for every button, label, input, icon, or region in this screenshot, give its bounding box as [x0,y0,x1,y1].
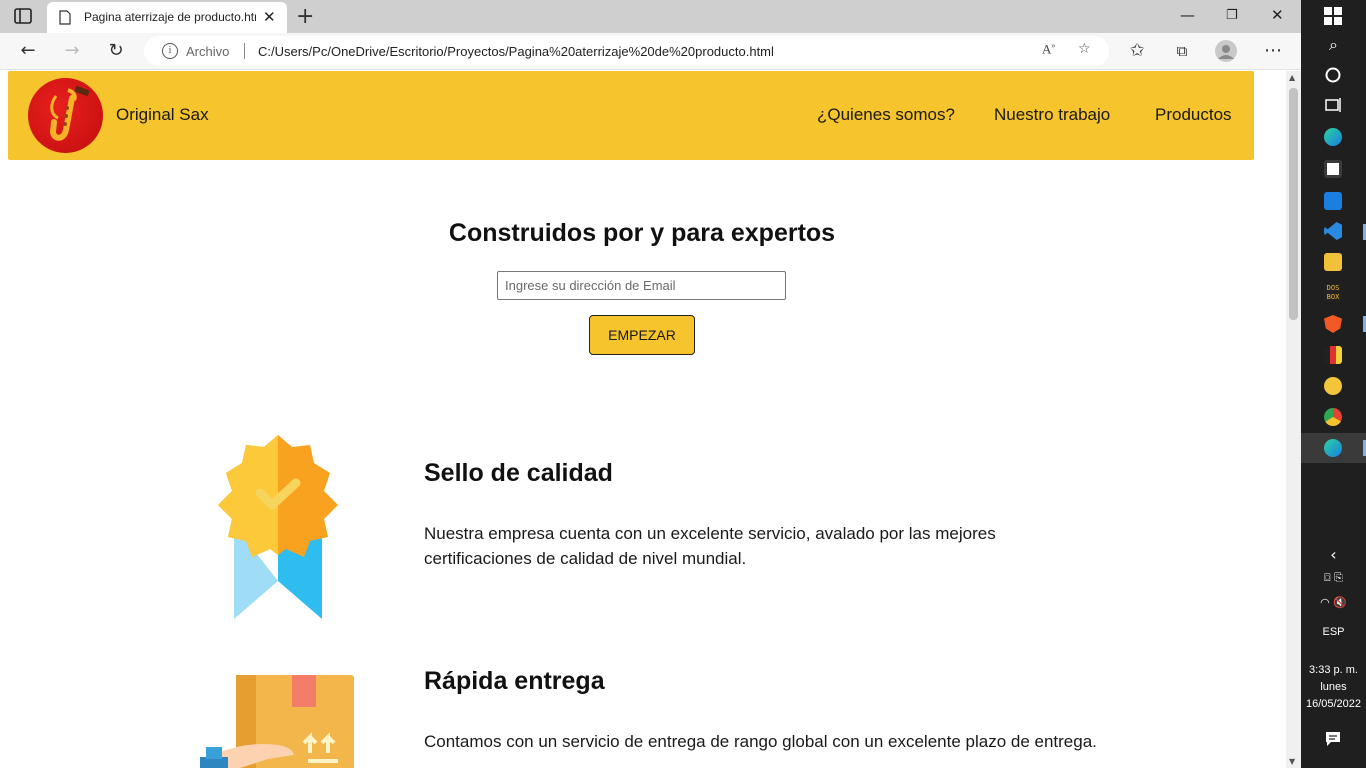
brand-logo[interactable] [28,78,103,153]
restore-icon[interactable]: ❐ [1226,8,1238,23]
search-icon[interactable]: ⌕ [1301,35,1366,55]
address-url[interactable]: C:/Users/Pc/OneDrive/Escritorio/Proyecto… [258,44,774,59]
more-options-icon[interactable]: ⋯ [1262,40,1284,62]
clock-day[interactable]: lunes [1301,679,1366,695]
email-input[interactable] [497,271,786,300]
scroll-up-icon[interactable]: ▲ [1289,73,1295,82]
show-hidden-icons-icon[interactable]: ‹ [1301,545,1366,564]
clock-date[interactable]: 16/05/2022 [1301,696,1366,712]
tab-bar: Pagina aterrizaje de producto.htm ✕ + — … [0,0,1301,33]
scroll-down-icon[interactable]: ▼ [1289,757,1295,766]
profile-avatar-icon[interactable] [1215,40,1237,62]
mail-icon[interactable] [1324,192,1342,210]
scroll-thumb[interactable] [1289,88,1298,320]
tab-actions-icon[interactable] [14,8,32,24]
read-aloud-icon[interactable]: A» [1042,41,1055,57]
favorite-add-icon[interactable]: ☆ [1078,41,1091,57]
info-icon[interactable]: i [162,43,178,59]
browser-window: Pagina aterrizaje de producto.htm ✕ + — … [0,0,1301,768]
chrome-icon[interactable] [1324,408,1342,426]
active-tab[interactable]: Pagina aterrizaje de producto.htm ✕ [47,2,287,33]
vscode-icon[interactable] [1324,222,1342,240]
feature-title: Rápida entrega [424,667,605,695]
feature-title: Sello de calidad [424,459,613,487]
document-icon [59,10,71,25]
nav-link-productos[interactable]: Productos [1155,105,1232,125]
address-label: Archivo [186,44,230,59]
windows-taskbar: ⌕ DOS BOX ‹ ⌼ ⎘ ◠ 🔇 ESP 3:33 p. m. lunes … [1301,0,1366,768]
delivery-box-icon [200,675,354,768]
address-divider [244,43,245,59]
notifications-icon[interactable] [1325,731,1341,747]
minimize-icon[interactable]: — [1180,6,1195,24]
edge-icon[interactable] [1324,128,1342,146]
site-header: Original Sax ¿Quienes somos? Nuestro tra… [8,71,1254,160]
quality-seal-icon [218,435,338,619]
favorites-icon[interactable]: ✩ [1126,40,1148,62]
browser-toolbar: ← → ↻ i Archivo C:/Users/Pc/OneDrive/Esc… [0,33,1301,70]
language-indicator[interactable]: ESP [1301,624,1366,640]
hero-title: Construidos por y para expertos [448,219,836,247]
edge-active-icon[interactable] [1324,439,1342,457]
brand-name[interactable]: Original Sax [116,105,209,125]
network-volume-icons[interactable]: ◠ 🔇 [1301,596,1366,609]
saxophone-icon [49,85,90,141]
back-icon[interactable]: ← [17,40,39,62]
clock-time[interactable]: 3:33 p. m. [1301,662,1366,678]
new-tab-icon[interactable]: + [296,4,314,29]
file-explorer-icon[interactable] [1324,253,1342,271]
refresh-icon[interactable]: ↻ [105,40,127,62]
page-viewport: Original Sax ¿Quienes somos? Nuestro tra… [0,71,1286,768]
brave-icon[interactable] [1324,315,1342,333]
collections-icon[interactable]: ⧉ [1171,40,1193,62]
store-icon[interactable] [1324,160,1342,178]
cortana-icon[interactable] [1325,67,1341,83]
feature-description: Contamos con un servicio de entrega de r… [424,732,1097,751]
address-bar[interactable]: i Archivo C:/Users/Pc/OneDrive/Escritori… [144,36,1109,66]
tab-title: Pagina aterrizaje de producto.htm [84,10,256,24]
forward-icon[interactable]: → [61,40,83,62]
system-tray-icons[interactable]: ⌼ ⎘ [1301,571,1366,585]
close-window-icon[interactable]: ✕ [1271,6,1284,24]
nav-link-quienes-somos[interactable]: ¿Quienes somos? [817,105,955,125]
python-icon[interactable] [1324,377,1342,395]
task-view-icon[interactable] [1325,97,1343,113]
vertical-scrollbar[interactable]: ▲ ▼ [1286,71,1301,768]
close-tab-icon[interactable]: ✕ [263,8,276,26]
start-button[interactable]: EMPEZAR [589,315,695,355]
feature-description: Nuestra empresa cuenta con un excelente … [424,524,996,568]
app-icon[interactable] [1324,346,1342,364]
dosbox-icon[interactable]: DOS BOX [1324,284,1342,302]
windows-start-icon[interactable] [1324,7,1342,25]
nav-link-nuestro-trabajo[interactable]: Nuestro trabajo [994,105,1110,125]
